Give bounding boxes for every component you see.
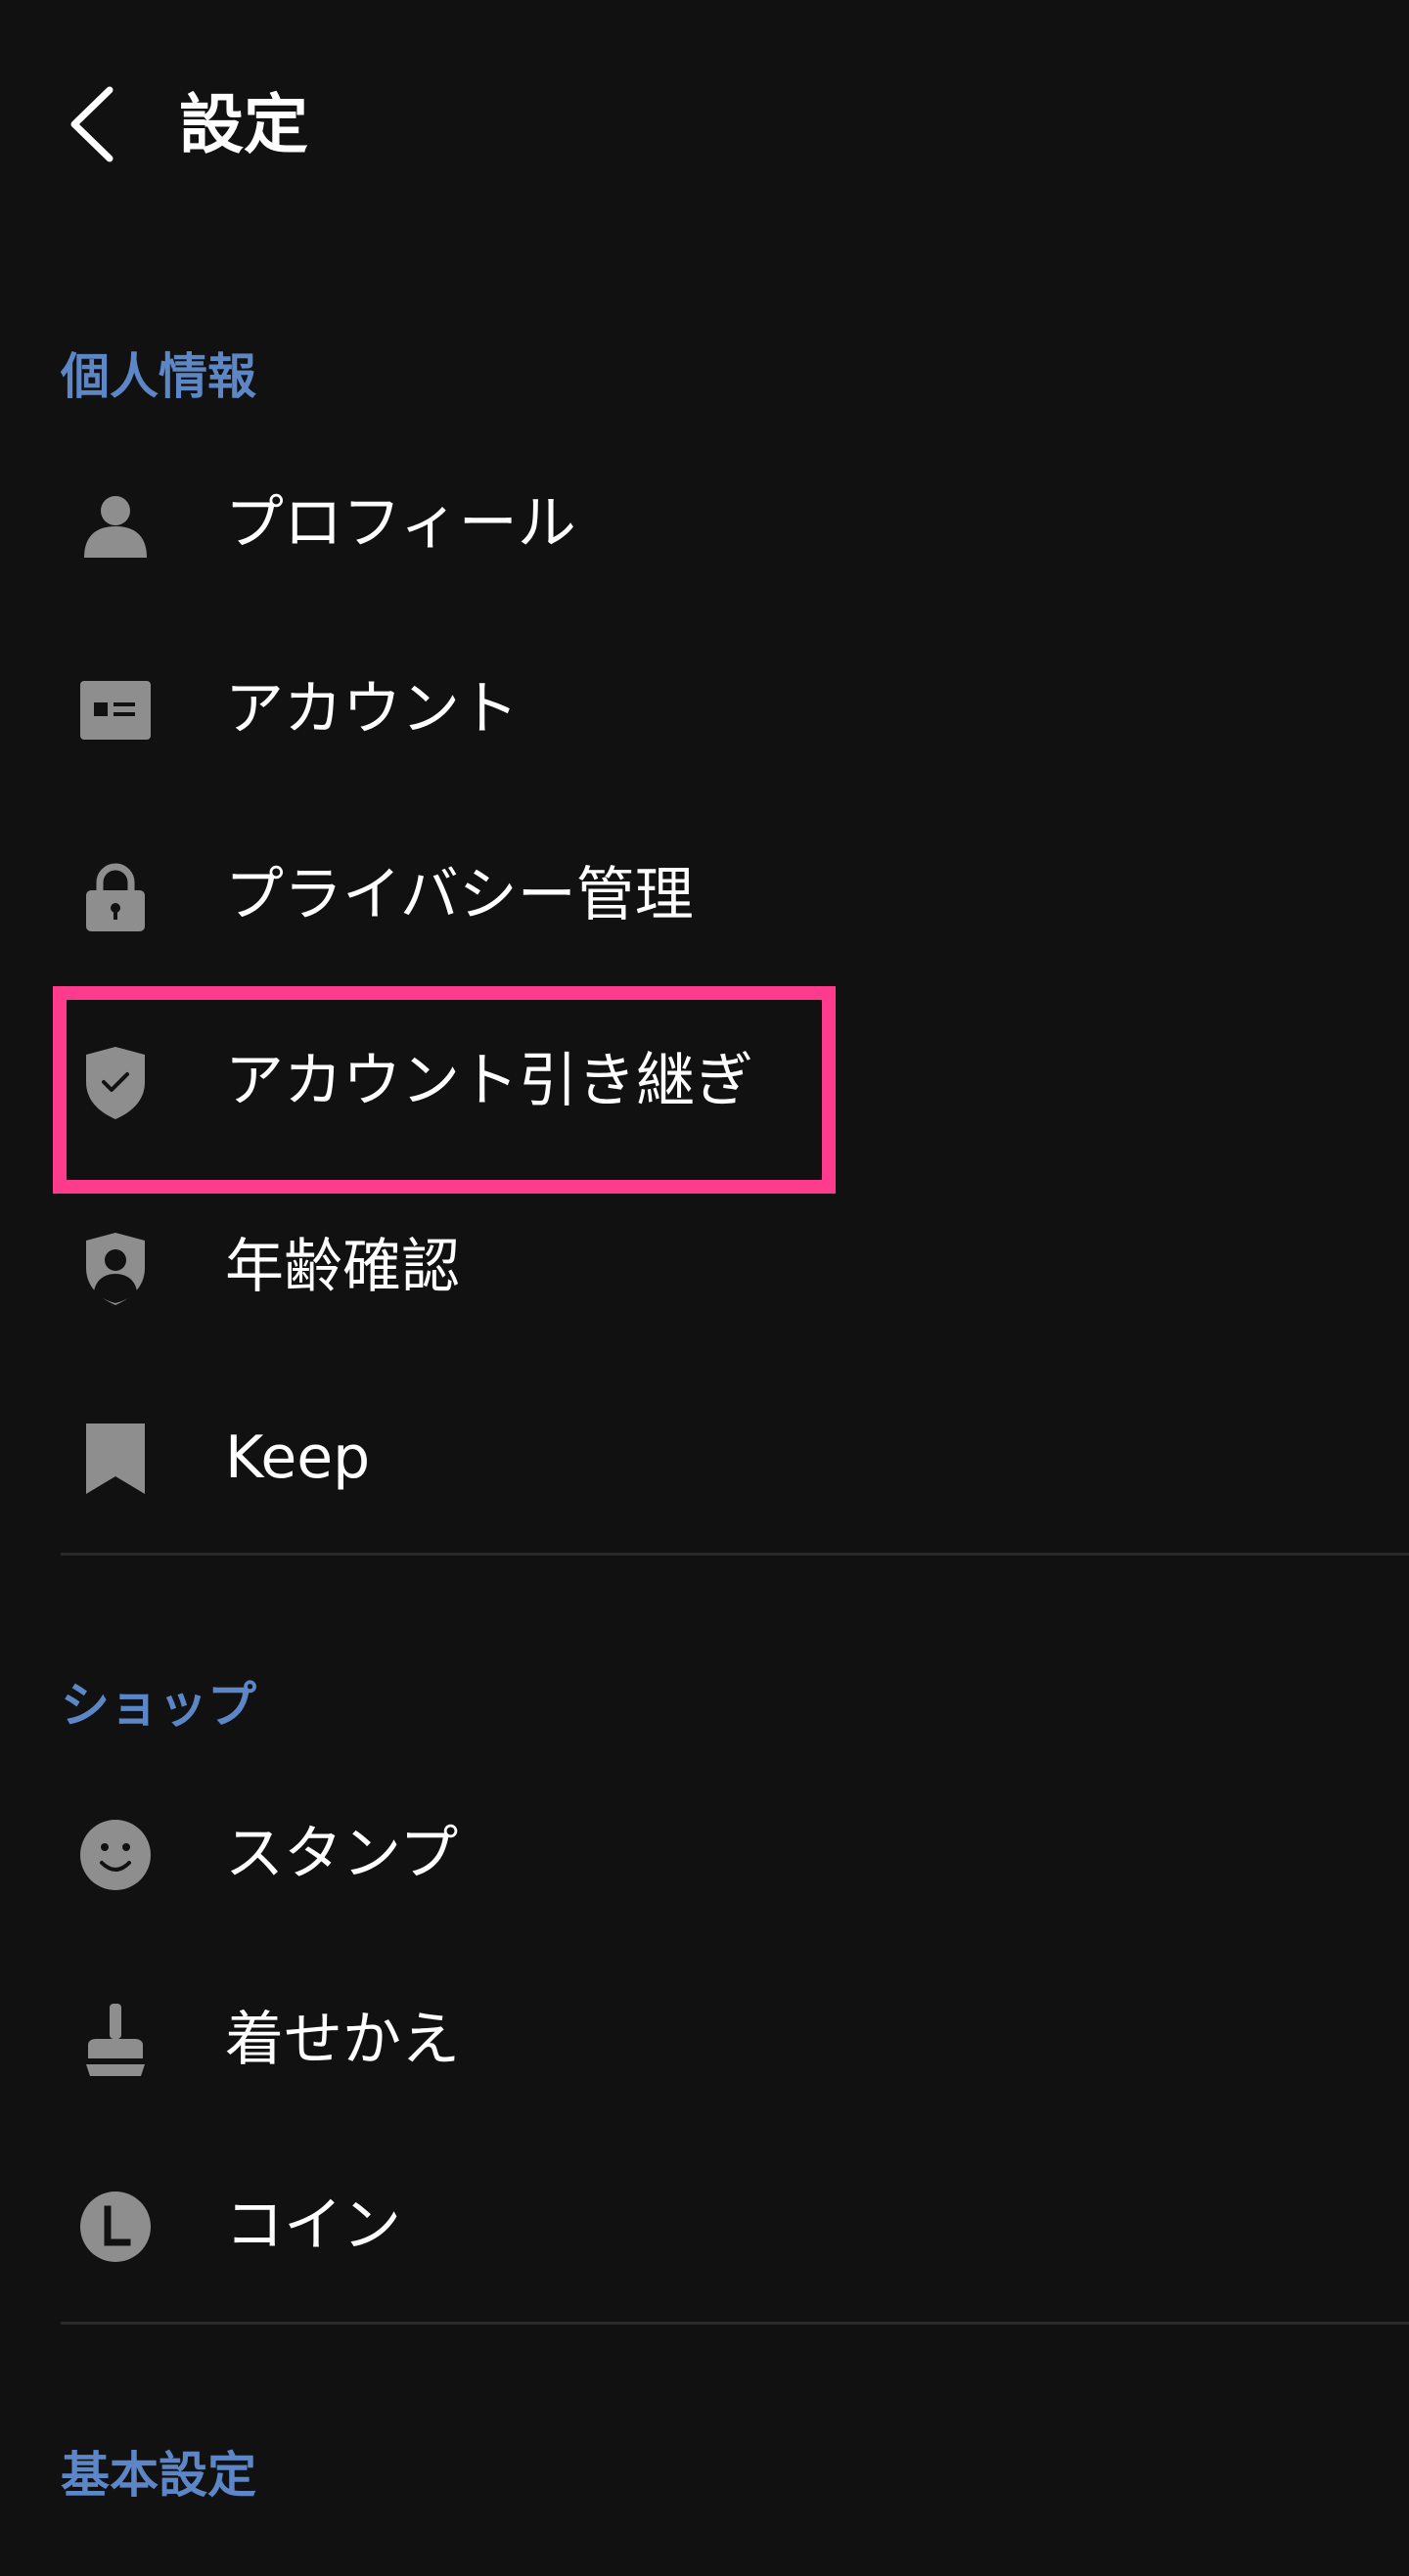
menu-item-account[interactable]: アカウント	[0, 616, 1409, 802]
lock-icon	[78, 859, 153, 933]
menu-item-themes[interactable]: 着せかえ	[0, 1947, 1409, 2133]
menu-item-label: アカウント引き継ぎ	[225, 1047, 753, 1115]
section-divider	[61, 1553, 1409, 1556]
menu-item-privacy[interactable]: プライバシー管理	[0, 802, 1409, 988]
menu-item-label: プライバシー管理	[225, 861, 694, 929]
menu-item-keep[interactable]: Keep	[0, 1365, 1409, 1551]
menu-item-coins[interactable]: コイン	[0, 2133, 1409, 2319]
menu-item-account-transfer[interactable]: アカウント引き継ぎ	[0, 988, 1409, 1174]
id-card-icon	[78, 673, 153, 747]
section-divider	[61, 2322, 1409, 2325]
menu-item-age-verification[interactable]: 年齢確認	[0, 1174, 1409, 1360]
shield-check-icon	[78, 1045, 153, 1119]
menu-item-profile[interactable]: プロフィール	[0, 430, 1409, 616]
back-button[interactable]	[61, 80, 139, 168]
shield-person-icon	[78, 1231, 153, 1305]
menu-item-label: Keep	[225, 1424, 371, 1492]
menu-item-label: スタンプ	[225, 1820, 459, 1888]
menu-item-label: プロフィール	[225, 489, 576, 558]
header-bar: 設定	[0, 0, 1409, 254]
smiley-icon	[78, 1818, 153, 1892]
menu-item-label: アカウント	[225, 675, 519, 744]
bookmark-icon	[78, 1422, 153, 1496]
section-title-basic-settings: 基本設定	[61, 2447, 256, 2504]
menu-item-stickers[interactable]: スタンプ	[0, 1761, 1409, 1947]
brush-icon	[78, 2004, 153, 2078]
menu-item-label: 年齢確認	[225, 1233, 460, 1301]
menu-item-label: 着せかえ	[225, 2006, 460, 2074]
section-title-shop: ショップ	[61, 1677, 256, 1734]
page-title: 設定	[179, 87, 308, 162]
coin-icon	[78, 2190, 153, 2264]
person-icon	[78, 487, 153, 562]
chevron-left-icon	[70, 86, 114, 162]
section-title-personal-info: 個人情報	[61, 348, 256, 405]
menu-item-label: コイン	[225, 2192, 401, 2260]
